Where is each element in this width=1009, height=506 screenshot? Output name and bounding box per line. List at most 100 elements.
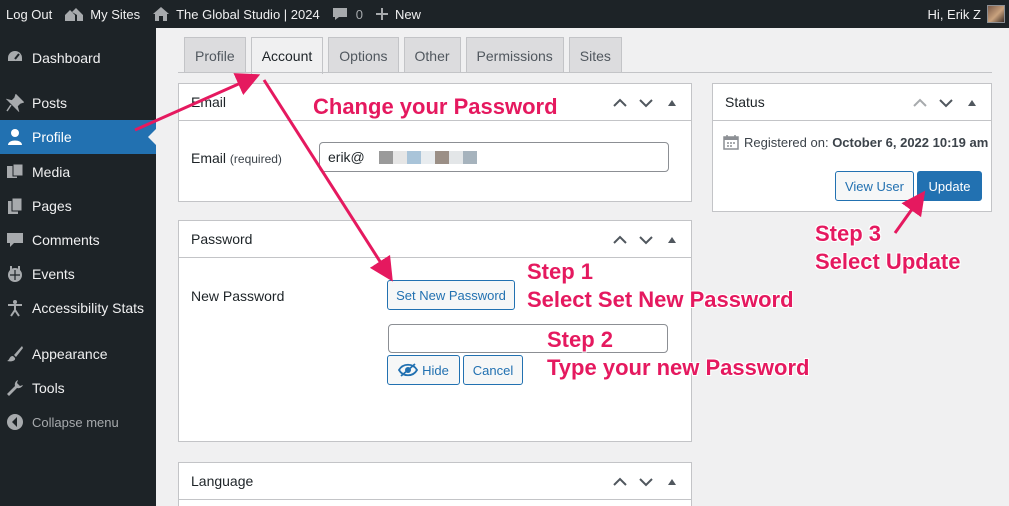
new-label: New [394,6,421,22]
language-postbox-header: Language [179,463,691,500]
view-user-button[interactable]: View User [835,171,914,201]
tab-label: Account [261,48,313,64]
email-label-text: Email [191,150,227,166]
sidebar-item-label: Dashboard [32,50,101,66]
tab-permissions[interactable]: Permissions [465,37,564,73]
move-down-icon[interactable] [633,235,659,245]
collapse-menu-button[interactable]: Collapse menu [0,405,156,439]
media-icon [5,162,25,182]
sidebar-item-posts[interactable]: Posts [0,86,156,120]
toggle-panel-icon[interactable] [659,478,685,486]
tab-label: Permissions [476,47,553,64]
comment-bubble-icon [332,8,347,20]
tab-account[interactable]: Account [250,37,324,74]
sidebar-item-accessibility-stats[interactable]: Accessibility Stats [0,291,156,325]
new-password-label-text: New Password [191,288,285,304]
sidebar-item-label: Tools [32,380,65,396]
my-sites-label: My Sites [90,6,141,22]
update-button[interactable]: Update [917,171,982,201]
email-postbox-title: Email [191,94,227,110]
email-field[interactable]: erik@ [319,142,669,172]
sidebar-item-label: Profile [32,129,72,145]
password-postbox-header: Password [179,221,691,258]
tab-other[interactable]: Other [403,37,461,73]
sidebar-item-label: Appearance [32,346,108,362]
language-postbox: Language [178,462,692,506]
tab-options[interactable]: Options [328,37,399,73]
sidebar-item-comments[interactable]: Comments [0,223,156,257]
tab-label: Options [339,47,388,64]
language-postbox-title: Language [191,473,254,489]
sidebar-item-profile[interactable]: Profile [0,120,156,154]
avatar [987,5,1005,23]
logout-link[interactable]: Log Out [0,0,58,28]
new-password-input[interactable] [388,324,668,353]
comments-link[interactable]: 0 [326,0,369,28]
paintbrush-icon [5,344,25,364]
admin-bar: Log Out My Sites The Global Studio | 202… [0,0,1009,28]
password-postbox: Password New Password Set New Password H… [178,220,692,442]
registered-date: October 6, 2022 10:19 am [832,134,989,150]
logout-label: Log Out [6,6,53,22]
email-label: Email (required) [191,150,282,166]
registered-label: Registered on: [744,134,829,150]
postbox-controls [607,221,685,258]
move-up-icon[interactable] [607,477,633,487]
toggle-panel-icon[interactable] [959,99,985,107]
move-down-icon[interactable] [633,98,659,108]
plus-icon [375,8,388,20]
sidebar-item-media[interactable]: Media [0,155,156,189]
button-label: Update [928,178,971,194]
tab-label: Profile [195,47,235,64]
annotation-step1-text: Select Set New Password [527,287,794,312]
move-up-icon[interactable] [907,98,933,108]
postbox-controls [607,84,685,121]
button-label: Hide [422,362,449,378]
postbox-controls [607,463,685,500]
status-postbox-title: Status [725,94,765,110]
comments-count: 0 [355,6,363,22]
move-up-icon[interactable] [607,235,633,245]
move-up-icon[interactable] [607,98,633,108]
required-note: (required) [229,152,282,166]
sidebar-item-appearance[interactable]: Appearance [0,337,156,371]
button-label: View User [844,178,904,194]
account-menu[interactable]: Hi, Erik Z [928,5,1009,23]
password-postbox-title: Password [191,231,253,247]
set-new-password-button[interactable]: Set New Password [387,280,515,310]
sidebar-item-label: Collapse menu [32,414,119,430]
annotation-step2-text: Type your new Password [547,355,810,380]
my-sites-menu[interactable]: My Sites [58,0,146,28]
sidebar-item-pages[interactable]: Pages [0,189,156,223]
sidebar-item-dashboard[interactable]: Dashboard [0,41,156,75]
cancel-password-button[interactable]: Cancel [463,355,523,385]
hide-password-button[interactable]: Hide [387,355,460,385]
greeting-label: Hi, Erik Z [927,6,981,22]
move-down-icon[interactable] [633,477,659,487]
annotation-change-password: Change your Password [313,94,558,119]
dashboard-icon [5,48,25,68]
sidebar-item-label: Accessibility Stats [32,300,145,316]
tab-sites[interactable]: Sites [568,37,622,73]
tab-divider [178,72,992,73]
new-content-menu[interactable]: New [369,0,427,28]
tab-profile[interactable]: Profile [184,37,246,73]
sidebar-item-label: Pages [32,198,72,214]
sidebar-item-label: Media [32,164,71,180]
toggle-panel-icon[interactable] [659,236,685,244]
annotation-step2-title: Step 2 [547,327,614,352]
sidebar-item-label: Comments [32,232,100,248]
toggle-panel-icon[interactable] [659,99,685,107]
move-down-icon[interactable] [933,98,959,108]
sidebar-item-events[interactable]: Events [0,257,156,291]
status-postbox-header: Status [713,84,991,121]
email-value: erik@ [328,149,365,165]
site-name-label: The Global Studio | 2024 [176,6,320,22]
status-postbox: Status Registered on: October 6, 2022 10… [712,83,992,212]
eye-slash-icon [398,363,419,377]
annotation-step1-title: Step 1 [527,259,594,284]
sidebar-item-tools[interactable]: Tools [0,371,156,405]
site-name-menu[interactable]: The Global Studio | 2024 [146,0,326,28]
user-icon [5,127,25,147]
collapse-icon [5,412,25,432]
